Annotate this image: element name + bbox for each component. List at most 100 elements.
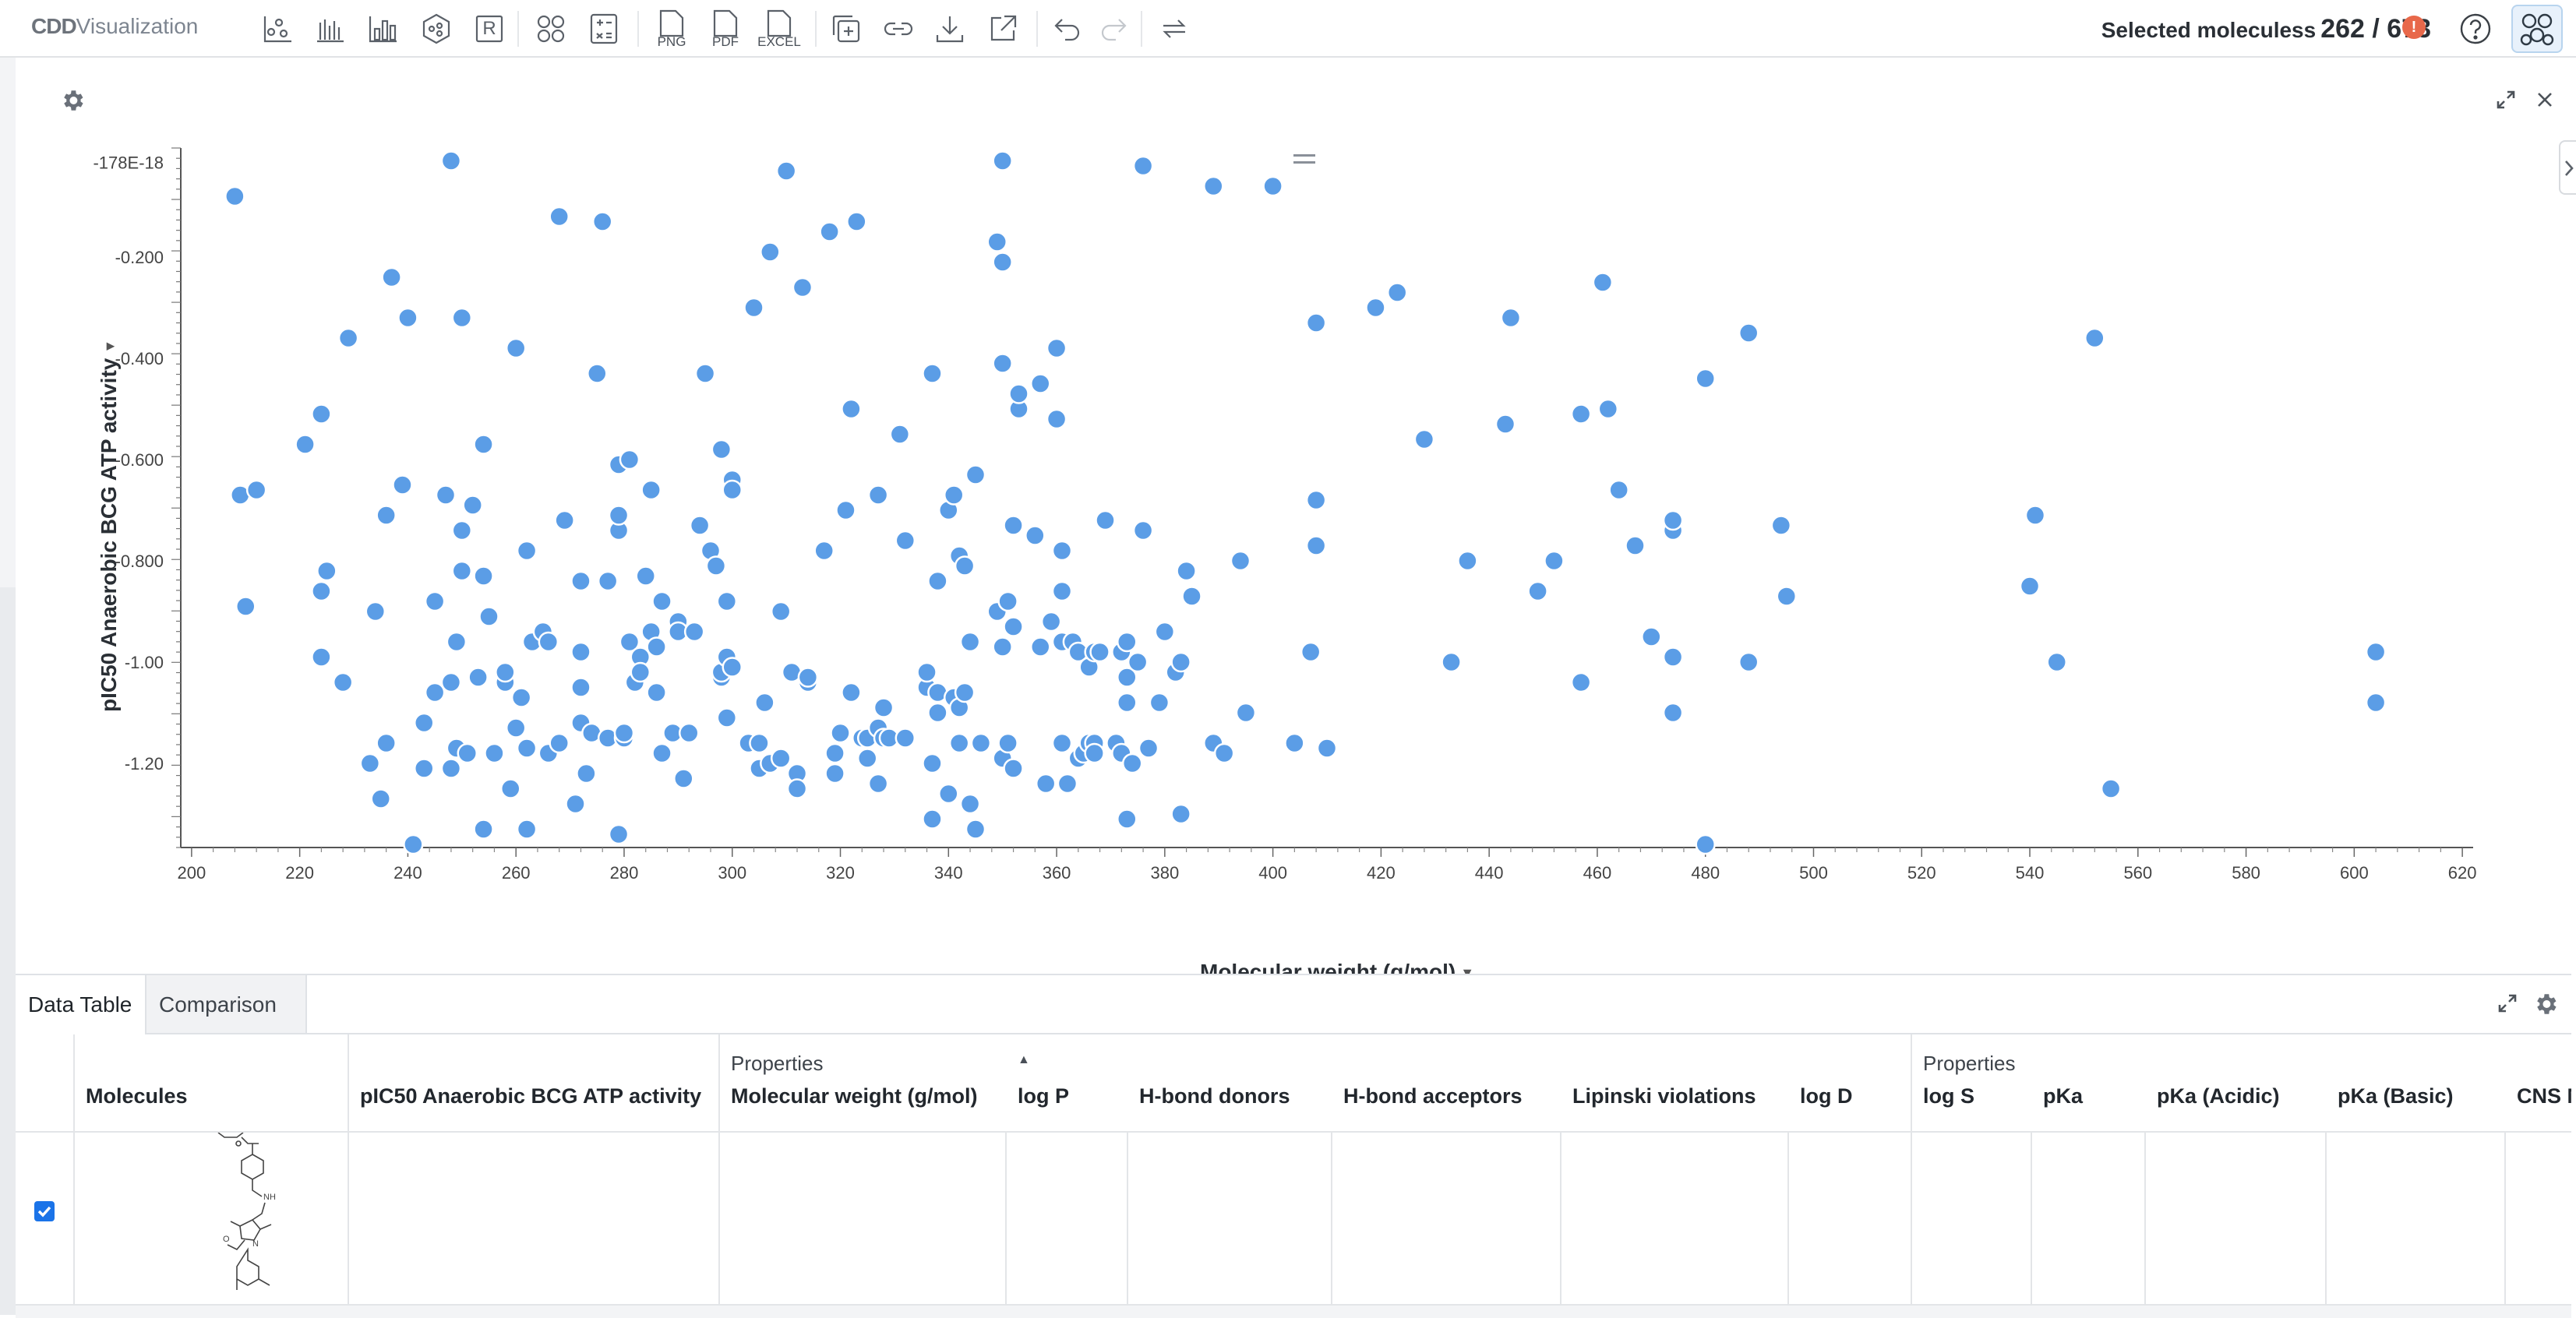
scatter-plot-icon[interactable] (259, 12, 295, 46)
header-pka[interactable]: pKa (2032, 1034, 2146, 1131)
row-checkbox[interactable] (34, 1201, 55, 1221)
scatter-point (813, 540, 835, 562)
header-logs[interactable]: Properties log S (1912, 1034, 2032, 1131)
add-panel-icon[interactable] (828, 12, 864, 46)
logs-cell[interactable] (1912, 1133, 2032, 1304)
header-pic50[interactable]: pIC50 Anaerobic BCG ATP activity ▲ (349, 1034, 1030, 1131)
tab-comparison[interactable]: Comparison (146, 975, 307, 1034)
hexagon-plot-icon[interactable] (418, 12, 454, 46)
toolbar-separator (815, 11, 817, 47)
header-molecular-weight[interactable]: Properties Molecular weight (g/mol) (720, 1034, 1007, 1131)
bar-chart-icon[interactable] (365, 12, 401, 46)
x-tick-label: 200 (178, 863, 206, 883)
header-hbond-donors[interactable]: H-bond donors (1128, 1034, 1332, 1131)
y-axis-dropdown-caret-icon[interactable]: ▼ (102, 340, 118, 354)
header-pka-acidic[interactable]: pKa (Acidic) (2146, 1034, 2327, 1131)
app-molecules-icon[interactable] (2511, 5, 2563, 53)
scatter-point (754, 692, 775, 714)
scatter-point (835, 499, 856, 521)
scatter-point (770, 748, 792, 769)
scatter-point (1051, 580, 1073, 602)
y-tick-label: -0.200 (115, 248, 164, 267)
x-tick-label: 480 (1691, 863, 1720, 883)
molecule-structure-image: NH O N (217, 1133, 276, 1290)
table-settings-gear-icon[interactable] (2532, 991, 2559, 1017)
scatter-point (683, 621, 705, 643)
scatter-point (608, 823, 630, 845)
scatter-point (365, 601, 386, 622)
header-logp[interactable]: log P (1007, 1034, 1128, 1131)
header-logd[interactable]: log D (1789, 1034, 1912, 1131)
open-external-icon[interactable] (985, 12, 1021, 46)
lipinski-cell[interactable] (1561, 1133, 1789, 1304)
scatter-point (959, 631, 981, 653)
molecule-grid-icon[interactable] (533, 12, 569, 46)
header-pka-basic[interactable]: pKa (Basic) (2327, 1034, 2506, 1131)
link-icon[interactable] (880, 12, 916, 46)
warning-badge[interactable]: ! (2402, 16, 2426, 39)
brand-cdd: CDD (31, 14, 77, 38)
column-header: Molecules (86, 1084, 188, 1108)
scatter-point (841, 398, 862, 420)
scatter-point (997, 590, 1018, 612)
png-export-icon[interactable]: PNG (650, 9, 693, 49)
scatter-point (873, 697, 895, 718)
y-axis-title[interactable]: pIC50 Anaerobic BCG ATP activity ▼ (97, 340, 122, 712)
redo-icon[interactable] (1096, 12, 1132, 46)
scatter-point (1095, 509, 1116, 531)
scatter-point (1544, 550, 1565, 572)
header-molecules[interactable]: Molecules (75, 1034, 349, 1131)
header-lipinski[interactable]: Lipinski violations (1561, 1034, 1789, 1131)
logp-cell[interactable] (1007, 1133, 1128, 1304)
app-brand: CDDVisualization (31, 14, 198, 39)
undo-icon[interactable] (1049, 12, 1085, 46)
pka-acidic-cell[interactable] (2146, 1133, 2327, 1304)
header-cns-mpo[interactable]: CNS M (2506, 1034, 2571, 1131)
top-toolbar: CDDVisualization R PNG PDF EXCEL Selecte… (0, 0, 2576, 58)
x-tick-label: 220 (285, 863, 314, 883)
scatter-point (370, 788, 391, 809)
tab-data-table[interactable]: Data Table (16, 975, 146, 1034)
r-script-icon[interactable]: R (471, 12, 507, 46)
scatter-point (538, 631, 559, 653)
header-hbond-acceptors[interactable]: H-bond acceptors (1332, 1034, 1561, 1131)
expand-table-icon[interactable] (2495, 991, 2520, 1016)
pka-basic-cell[interactable] (2327, 1133, 2506, 1304)
scatter-point (1738, 651, 1759, 673)
left-resize-strip[interactable] (0, 58, 16, 1315)
histogram-icon[interactable] (312, 12, 348, 46)
right-panel-toggle[interactable] (2559, 140, 2576, 195)
cns-mpo-cell[interactable] (2506, 1133, 2571, 1304)
pka-cell[interactable] (2032, 1133, 2146, 1304)
column-header: log S (1923, 1084, 1974, 1108)
svg-text:NH: NH (263, 1193, 276, 1202)
scatter-point (435, 485, 457, 506)
scatter-point (570, 641, 591, 663)
excel-export-icon[interactable]: EXCEL (757, 9, 801, 49)
scatter-point (516, 819, 538, 840)
refresh-icon[interactable] (1156, 12, 1192, 46)
scatter-point (1084, 742, 1105, 764)
scatter-point (451, 307, 473, 329)
scatter-point (722, 657, 743, 678)
hbond-acceptors-cell[interactable] (1332, 1133, 1561, 1304)
download-icon[interactable] (932, 12, 968, 46)
scatter-point (591, 211, 613, 232)
scatter-point (630, 661, 651, 683)
scatter-point (1695, 833, 1716, 855)
scatter-chart[interactable]: 200 220 240 260 280 300 320 340 360 380 400 420 440 4… (16, 58, 2571, 974)
table-row[interactable]: NH O N (16, 1133, 2571, 1304)
pdf-export-icon[interactable]: PDF (704, 9, 747, 49)
calculator-icon[interactable] (586, 12, 622, 46)
scatter-point (1117, 631, 1138, 653)
molecular-weight-cell[interactable] (720, 1133, 1007, 1304)
scatter-point (1570, 671, 1592, 693)
brand-name: Visualization (76, 14, 199, 38)
scatter-point (948, 732, 970, 754)
logd-cell[interactable] (1789, 1133, 1912, 1304)
molecule-structure-cell[interactable]: NH O N (75, 1133, 349, 1304)
hbond-donors-cell[interactable] (1128, 1133, 1332, 1304)
pic50-cell[interactable] (349, 1133, 720, 1304)
scatter-point (484, 742, 505, 764)
help-icon[interactable] (2458, 12, 2493, 46)
